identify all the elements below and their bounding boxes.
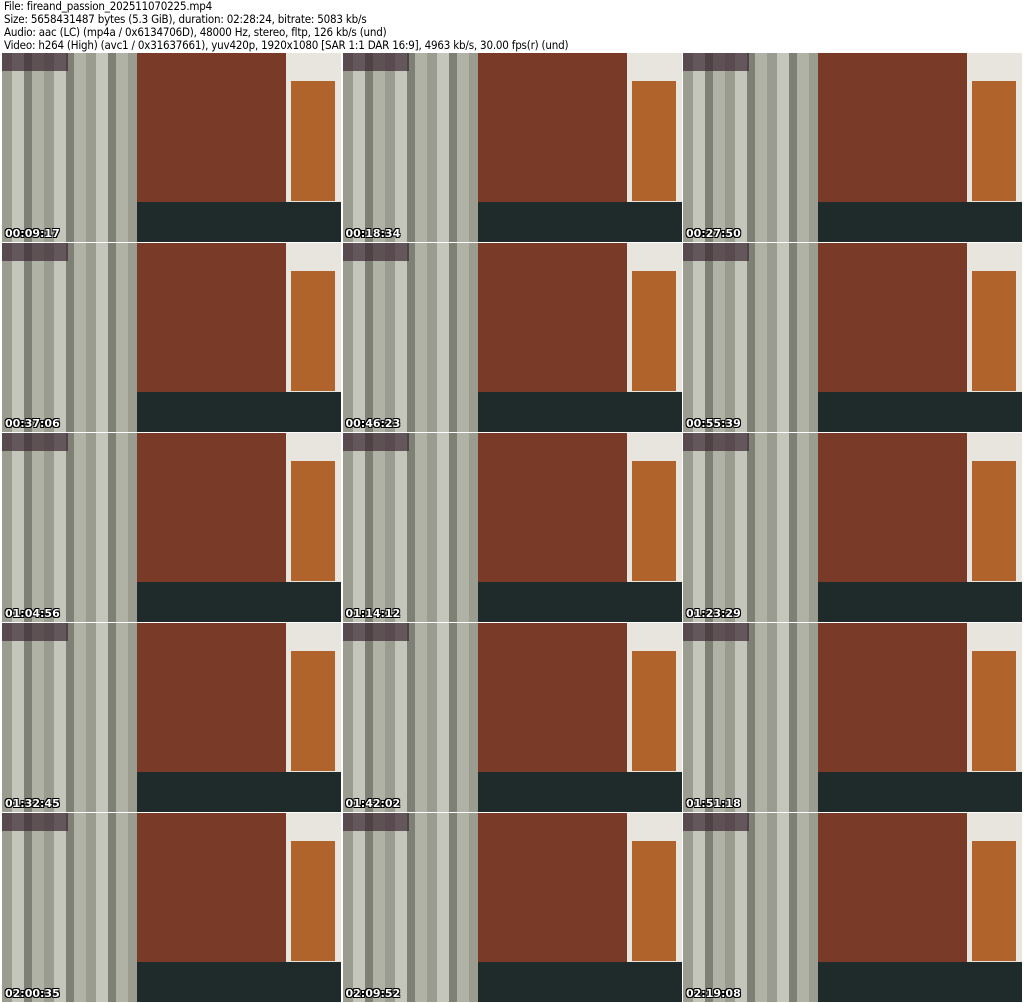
background-door <box>631 81 676 201</box>
background-curtain <box>683 53 818 242</box>
background-door <box>972 81 1016 201</box>
video-thumbnail: 00:18:34 <box>342 53 682 242</box>
video-thumbnail: 00:46:23 <box>342 243 682 432</box>
watermark-logo <box>683 53 749 71</box>
background-floor <box>137 582 341 622</box>
thumbnail-timestamp: 00:09:17 <box>5 227 60 240</box>
thumbnail-timestamp: 01:04:56 <box>5 607 60 620</box>
background-curtain <box>683 813 818 1002</box>
background-curtain <box>2 53 137 242</box>
thumbnail-grid: 00:09:17 00:18:34 00:27:50 00:37:06 00:46:23… <box>2 53 1022 1002</box>
background-floor <box>477 392 682 432</box>
video-thumbnail: 00:55:39 <box>683 243 1022 432</box>
background-curtain <box>2 813 137 1002</box>
watermark-logo <box>683 433 749 451</box>
background-door <box>972 461 1016 581</box>
background-door <box>631 841 676 961</box>
background-floor <box>477 772 682 812</box>
background-door <box>631 651 676 771</box>
video-thumbnail: 00:37:06 <box>2 243 341 432</box>
background-floor <box>477 582 682 622</box>
background-door <box>631 461 676 581</box>
background-curtain <box>342 433 478 622</box>
background-curtain <box>342 813 478 1002</box>
background-floor <box>477 202 682 242</box>
thumbnail-timestamp: 00:55:39 <box>686 417 741 430</box>
background-curtain <box>683 243 818 432</box>
thumbnail-timestamp: 00:18:34 <box>345 227 401 240</box>
background-door <box>291 271 335 391</box>
video-thumbnail: 02:19:08 <box>683 813 1022 1002</box>
background-floor <box>818 392 1022 432</box>
background-floor <box>818 772 1022 812</box>
thumbnail-timestamp: 00:37:06 <box>5 417 60 430</box>
thumbnail-timestamp: 00:46:23 <box>345 417 401 430</box>
video-thumbnail: 00:09:17 <box>2 53 341 242</box>
video-thumbnail: 01:51:18 <box>683 623 1022 812</box>
watermark-logo <box>342 433 409 451</box>
watermark-logo <box>2 53 68 71</box>
background-floor <box>818 962 1022 1002</box>
video-thumbnail: 01:42:02 <box>342 623 682 812</box>
video-info: Video: h264 (High) (avc1 / 0x31637661), … <box>4 38 569 52</box>
watermark-logo <box>342 623 409 641</box>
background-curtain <box>683 433 818 622</box>
thumbnail-timestamp: 00:27:50 <box>686 227 741 240</box>
thumbnail-timestamp: 02:19:08 <box>686 987 741 1000</box>
background-door <box>972 271 1016 391</box>
background-curtain <box>342 243 478 432</box>
video-thumbnail: 01:04:56 <box>2 433 341 622</box>
background-curtain <box>342 623 478 812</box>
background-floor <box>818 582 1022 622</box>
background-floor <box>137 772 341 812</box>
background-curtain <box>342 53 478 242</box>
background-floor <box>137 962 341 1002</box>
thumbnail-timestamp: 01:23:29 <box>686 607 741 620</box>
video-thumbnail: 01:23:29 <box>683 433 1022 622</box>
thumbnail-timestamp: 01:51:18 <box>686 797 741 810</box>
watermark-logo <box>2 243 68 261</box>
video-thumbnail: 02:09:52 <box>342 813 682 1002</box>
background-floor <box>137 392 341 432</box>
background-door <box>291 651 335 771</box>
background-floor <box>477 962 682 1002</box>
watermark-logo <box>342 243 409 261</box>
background-curtain <box>2 433 137 622</box>
thumbnail-timestamp: 01:14:12 <box>345 607 401 620</box>
watermark-logo <box>683 243 749 261</box>
video-thumbnail: 01:14:12 <box>342 433 682 622</box>
background-curtain <box>2 243 137 432</box>
watermark-logo <box>342 813 409 831</box>
watermark-logo <box>2 433 68 451</box>
background-curtain <box>2 623 137 812</box>
background-door <box>631 271 676 391</box>
video-thumbnail: 00:27:50 <box>683 53 1022 242</box>
watermark-logo <box>342 53 409 71</box>
thumbnail-timestamp: 02:09:52 <box>345 987 401 1000</box>
thumbnail-timestamp: 01:32:45 <box>5 797 60 810</box>
video-thumbnail: 01:32:45 <box>2 623 341 812</box>
watermark-logo <box>2 813 68 831</box>
background-curtain <box>683 623 818 812</box>
background-door <box>291 81 335 201</box>
thumbnail-timestamp: 02:00:35 <box>5 987 60 1000</box>
thumbnail-timestamp: 01:42:02 <box>345 797 401 810</box>
video-thumbnail: 02:00:35 <box>2 813 341 1002</box>
background-floor <box>818 202 1022 242</box>
watermark-logo <box>683 813 749 831</box>
watermark-logo <box>683 623 749 641</box>
background-door <box>291 461 335 581</box>
background-door <box>972 841 1016 961</box>
background-door <box>291 841 335 961</box>
background-floor <box>137 202 341 242</box>
background-door <box>972 651 1016 771</box>
file-info-header: File: fireand_passion_202511070225.mp4 S… <box>4 0 569 52</box>
watermark-logo <box>2 623 68 641</box>
